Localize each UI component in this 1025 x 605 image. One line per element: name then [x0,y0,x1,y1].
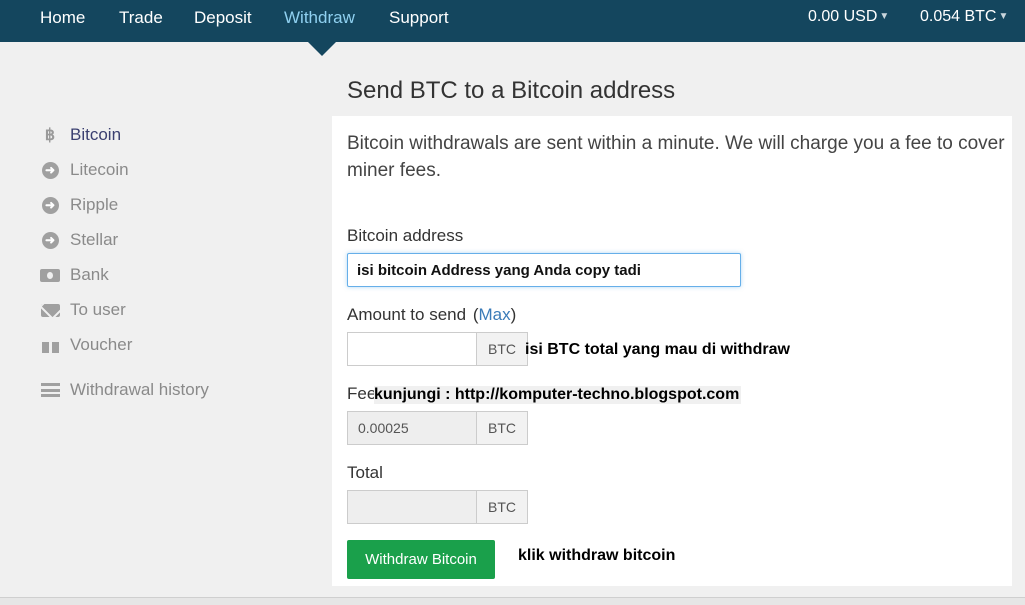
money-icon [40,265,60,285]
nav-home[interactable]: Home [40,8,85,28]
btc-balance: 0.054 BTC [920,8,997,25]
sidebar-item-label: Voucher [70,335,133,354]
fee-annotation: kunjungi : http://komputer-techno.blogsp… [374,386,742,404]
submit-annotation: klik withdraw bitcoin [518,547,676,564]
vertical-scrollbar[interactable] [1012,42,1025,586]
usd-balance-dropdown[interactable]: 0.00 USD ▼ [808,8,889,26]
nav-withdraw[interactable]: Withdraw [284,8,355,28]
sidebar-item-label: Bitcoin [70,125,122,144]
fee-input-group: BTC [347,411,528,445]
sidebar-item-stellar[interactable]: ➜ Stellar [40,227,118,253]
usd-balance: 0.00 USD [808,8,878,25]
amount-input[interactable] [347,332,476,366]
intro-text: Bitcoin withdrawals are sent within a mi… [347,133,1005,181]
sidebar-item-label: Withdrawal history [70,380,209,399]
list-icon [40,380,60,400]
amount-label: Amount to send (Max) [347,305,516,325]
withdraw-bitcoin-button[interactable]: Withdraw Bitcoin [347,540,495,579]
arrow-circle-icon: ➜ [40,195,60,215]
top-nav-bar: Home Trade Deposit Withdraw Support 0.00… [0,0,1025,42]
nav-support[interactable]: Support [389,8,449,28]
arrow-circle-icon: ➜ [40,160,60,180]
sidebar-item-bank[interactable]: Bank [40,262,109,288]
sidebar-item-label: Ripple [70,195,119,214]
sidebar-item-bitcoin[interactable]: ฿ Bitcoin [40,122,121,148]
sidebar-item-litecoin[interactable]: ➜ Litecoin [40,157,129,183]
nav-trade[interactable]: Trade [119,8,163,28]
max-link[interactable]: Max [478,305,510,324]
arrow-circle-icon: ➜ [40,230,60,250]
fee-input [347,411,476,445]
total-unit: BTC [476,490,528,524]
sidebar-item-label: To user [70,300,126,319]
address-label: Bitcoin address [347,226,464,245]
bitcoin-address-input[interactable] [347,253,741,287]
nav-deposit[interactable]: Deposit [194,8,252,28]
page-title: Send BTC to a Bitcoin address [347,77,676,104]
sidebar-item-label: Bank [70,265,109,284]
sidebar-item-to-user[interactable]: To user [40,297,126,323]
sidebar-item-label: Stellar [70,230,119,249]
total-label: Total [347,463,383,482]
caret-down-icon: ▼ [879,11,890,22]
active-tab-pointer-icon [308,42,336,56]
max-link-close: ) [510,305,517,324]
amount-label-text: Amount to send [347,305,467,324]
fee-label: Fee [347,384,377,403]
amount-unit: BTC [476,332,528,366]
bitcoin-icon: ฿ [44,127,56,144]
gift-icon [40,335,60,355]
btc-balance-dropdown[interactable]: 0.054 BTC ▼ [920,8,1008,26]
amount-annotation: isi BTC total yang mau di withdraw [525,341,790,358]
horizontal-scrollbar[interactable] [0,597,1025,605]
sidebar-item-label: Litecoin [70,160,129,179]
caret-down-icon: ▼ [998,11,1009,22]
envelope-icon [40,300,60,320]
amount-input-group: BTC [347,332,528,366]
sidebar-item-ripple[interactable]: ➜ Ripple [40,192,118,218]
total-input [347,490,476,524]
sidebar-item-voucher[interactable]: Voucher [40,332,132,358]
sidebar-item-withdrawal-history[interactable]: Withdrawal history [40,377,209,403]
total-input-group: BTC [347,490,528,524]
fee-unit: BTC [476,411,528,445]
